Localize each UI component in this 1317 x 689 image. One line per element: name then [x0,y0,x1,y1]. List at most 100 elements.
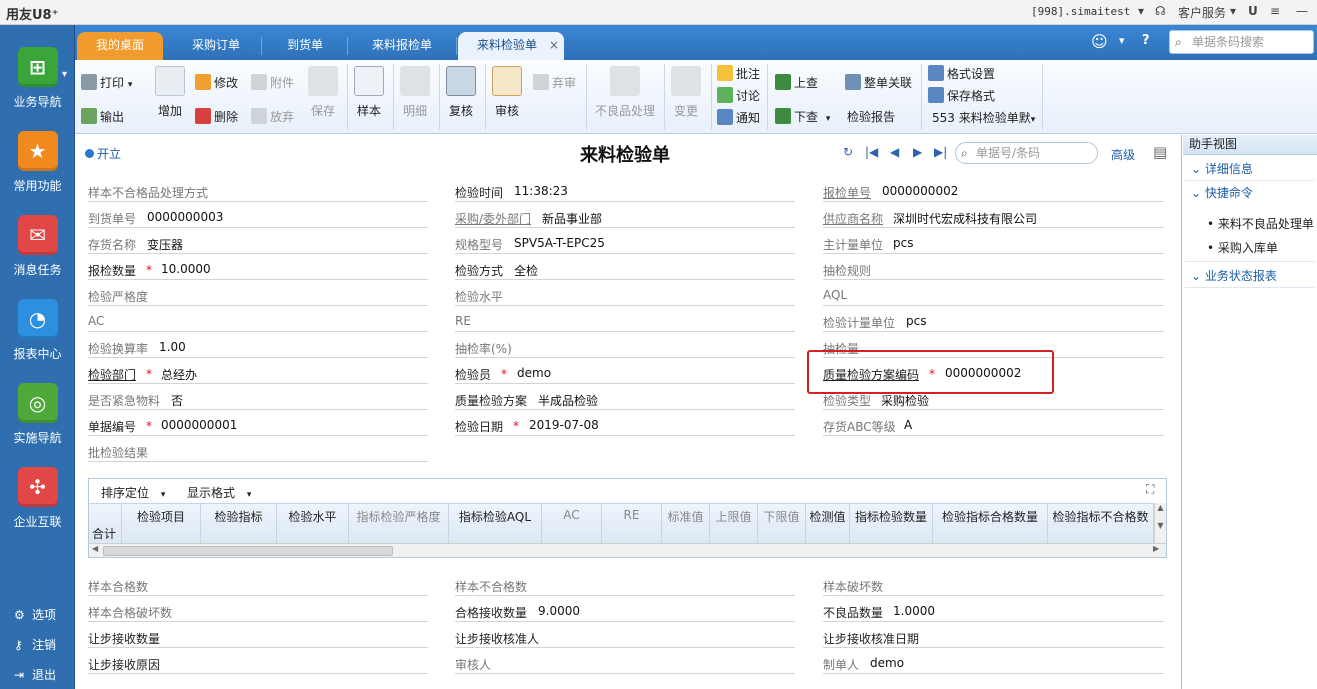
scrollbar-thumb[interactable] [103,546,393,556]
tab-purchase-order[interactable]: 采购订单 [173,32,259,60]
field-conv-rate[interactable]: 检验换算率 1.00 [88,338,428,358]
field-sample-ok-broken[interactable]: 样本合格破坏数 [88,602,428,622]
prev-query-button[interactable]: 上查 [775,74,818,91]
field-sampling-rule[interactable]: 抽检规则 [823,260,1164,280]
field-report-no[interactable]: 报检单号 0000000002 [823,182,1164,202]
recheck-button[interactable]: 复核 [441,66,481,119]
grid-horizontal-scrollbar[interactable]: ◀ ▶ [89,543,1166,557]
nav-favorites[interactable]: ★ 常用功能 [0,131,75,194]
field-inspector[interactable]: 检验员 * demo [455,364,795,384]
next-record-icon[interactable]: ▶ [913,145,922,159]
format-setting-button[interactable]: 格式设置 [928,65,995,82]
field-doc-no[interactable]: 单据编号 * 0000000001 [88,416,428,436]
field-inspect-unit[interactable]: 检验计量单位 pcs [823,312,1164,332]
inspection-report-button[interactable]: 检验报告 [847,108,895,125]
field-concession-qty[interactable]: 让步接收数量 [88,628,428,648]
barcode-search-input[interactable]: ⌕ 单据条码搜索 [1169,30,1314,54]
field-main-unit[interactable]: 主计量单位 pcs [823,234,1164,254]
add-button[interactable]: 增加 [150,66,190,119]
grid-column-header[interactable]: 检测值 [806,504,850,544]
section-details[interactable]: ⌄ 详细信息 [1191,160,1253,177]
field-batch-result[interactable]: 批检验结果 [88,442,428,462]
sample-button[interactable]: 样本 [349,66,389,119]
grid-column-header[interactable]: 检验项目 [122,504,201,544]
discard-audit-button[interactable]: 弃审 [533,74,576,91]
field-sample-ok[interactable]: 样本合格数 [88,576,428,596]
nav-messages[interactable]: ✉ 消息任务 [0,215,75,278]
grid-column-header[interactable]: 指标检验严格度 [349,504,449,544]
notify-button[interactable]: 通知 [717,109,760,126]
grid-column-header[interactable]: 指标检验AQL [449,504,542,544]
change-button[interactable]: 变更 [666,66,706,119]
field-sample-ng[interactable]: 样本不合格数 [455,576,795,596]
customer-service-menu[interactable]: 客户服务 [1178,4,1226,21]
discuss-button[interactable]: 讨论 [717,87,760,104]
nav-enterprise[interactable]: ✣ 企业互联 [0,467,75,530]
last-record-icon[interactable]: ▶| [934,145,947,159]
output-button[interactable]: 输出 [81,108,124,125]
section-status-report[interactable]: ⌄ 业务状态报表 [1191,267,1277,284]
field-spec[interactable]: 规格型号 SPV5A-T-EPC25 [455,234,795,254]
prev-record-icon[interactable]: ◀ [890,145,899,159]
template-select[interactable]: 553 来料检验单默▾ [932,109,1035,126]
section-quick-commands[interactable]: ⌄ 快捷命令 [1191,184,1253,201]
field-arrival-no[interactable]: 到货单号 0000000003 [88,208,428,228]
attachment-button[interactable]: 附件 [251,74,294,91]
next-query-button[interactable]: 下查 ▾ [775,108,830,125]
grid-column-header[interactable]: 检验指标合格数量 [933,504,1048,544]
list-view-icon[interactable]: ▤ [1153,143,1167,161]
menu-icon[interactable]: ≡ [1270,4,1280,18]
chevron-down-icon[interactable]: ▾ [1230,4,1236,18]
grid-column-header[interactable]: 上限值 [710,504,758,544]
grid-column-header[interactable]: 检验指标 [201,504,277,544]
logout-button[interactable]: ⚷ 注销 [14,636,56,653]
field-defect-qty[interactable]: 不良品数量 1.0000 [823,602,1164,622]
grid-column-header[interactable]: 检验水平 [277,504,349,544]
field-accept-qty[interactable]: 合格接收数量 9.0000 [455,602,795,622]
grid-column-header[interactable]: 检验指标不合格数 [1048,504,1154,544]
field-concession-reason[interactable]: 让步接收原因 [88,654,428,674]
field-abc-level[interactable]: 存货ABC等级 A [823,416,1164,436]
grid-column-header[interactable]: 标准值 [662,504,710,544]
field-strictness[interactable]: 检验严格度 [88,286,428,306]
scroll-left-icon[interactable]: ◀ [92,544,98,553]
scroll-right-icon[interactable]: ▶ [1153,544,1159,553]
field-inspect-dept[interactable]: 检验部门 * 总经办 [88,364,428,384]
chevron-down-icon[interactable]: ▾ [1119,34,1125,47]
field-plan[interactable]: 质量检验方案 半成品检验 [455,390,795,410]
field-urgent[interactable]: 是否紧急物料否 [88,390,428,410]
field-supplier[interactable]: 供应商名称 深圳时代宏成科技有限公司 [823,208,1164,228]
field-sample-broken[interactable]: 样本破坏数 [823,576,1164,596]
grid-vertical-scrollbar[interactable]: ▲ ▼ [1154,503,1166,543]
field-label[interactable]: 报检单号 [823,184,871,201]
field-label[interactable]: 供应商名称 [823,210,883,227]
abandon-button[interactable]: 放弃 [251,108,294,125]
field-re[interactable]: RE [455,312,795,332]
field-creator[interactable]: 制单人 demo [823,654,1164,674]
defective-handling-button[interactable]: 不良品处理 [593,66,657,119]
display-format-button[interactable]: 显示格式 ▾ [187,484,251,501]
annotate-button[interactable]: 批注 [717,65,760,82]
chevron-down-icon[interactable]: ▾ [62,69,67,80]
modify-button[interactable]: 修改 [195,74,238,91]
command-purchase-receipt[interactable]: • 采购入库单 [1207,239,1278,256]
chevron-down-icon[interactable]: ▾ [128,80,133,90]
options-button[interactable]: ⚙ 选项 [14,606,56,623]
u-logo-icon[interactable]: U [1248,4,1258,18]
smiley-icon[interactable]: ☺ [1091,32,1108,51]
field-label[interactable]: 检验部门 [88,366,136,383]
sort-locate-button[interactable]: 排序定位 ▾ [101,484,165,501]
first-record-icon[interactable]: |◀ [865,145,878,159]
chevron-down-icon[interactable]: ▾ [1138,4,1144,18]
field-aql[interactable]: AQL [823,286,1164,306]
command-defective-handling[interactable]: • 来料不良品处理单 [1207,215,1314,232]
grid-column-header[interactable]: RE [602,504,662,544]
save-format-button[interactable]: 保存格式 [928,87,995,104]
expand-icon[interactable]: ⛶ [1146,482,1154,497]
tab-desktop[interactable]: 我的桌面 [77,32,163,60]
close-icon[interactable]: × [549,32,559,59]
bill-link-button[interactable]: 整单关联 [845,74,912,91]
chevron-down-icon[interactable]: ▾ [826,114,831,124]
grid-column-header[interactable]: 下限值 [758,504,806,544]
field-auditor[interactable]: 审核人 [455,654,795,674]
